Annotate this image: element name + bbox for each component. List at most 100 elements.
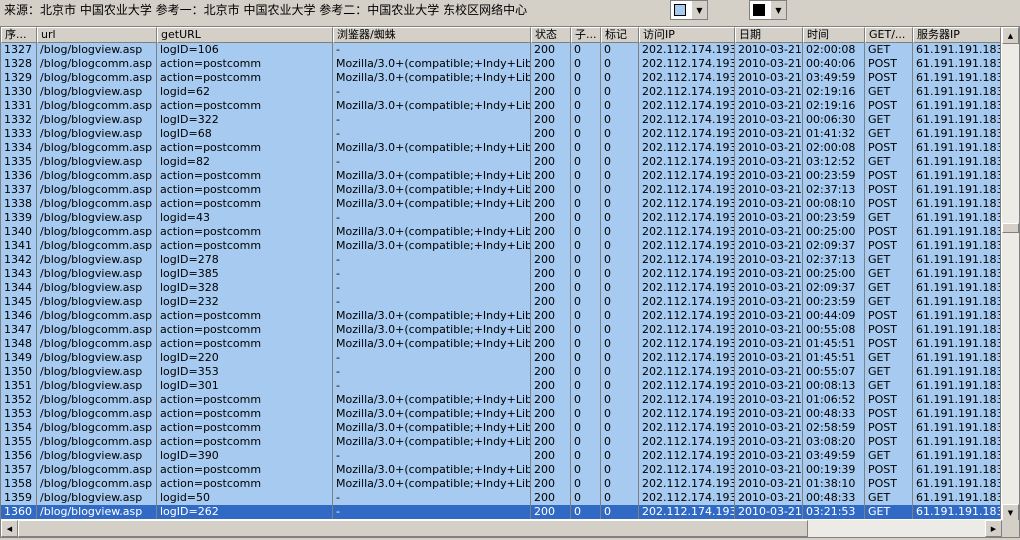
table-row[interactable]: 1330/blog/blogview.asp logid=62-200 0 0 202.…	[1, 85, 1001, 99]
col-flag-cell: 0	[601, 337, 639, 351]
scroll-down-icon[interactable]: ▼	[1002, 504, 1019, 521]
table-row[interactable]: 1341/blog/blogcomm.asp action=postcomm Moz…	[1, 239, 1001, 253]
table-row[interactable]: 1353/blog/blogcomm.asp action=postcomm Moz…	[1, 407, 1001, 421]
col-method-cell: GET	[865, 253, 913, 267]
table-row[interactable]: 1349/blog/blogview.asp logID=220-200 0 0 202…	[1, 351, 1001, 365]
header-col-sub[interactable]: 子...	[571, 27, 601, 43]
table-row[interactable]: 1344/blog/blogview.asp logID=328-200 0 0 202…	[1, 281, 1001, 295]
table-row[interactable]: 1351/blog/blogview.asp logID=301-200 0 0 202…	[1, 379, 1001, 393]
col-visit-ip-cell: 202.112.174.193	[639, 281, 735, 295]
col-geturl-cell: action=postcomm	[157, 57, 333, 71]
scroll-right-icon[interactable]: ▶	[985, 520, 1002, 537]
table-row[interactable]: 1331/blog/blogcomm.asp action=postcomm Moz…	[1, 99, 1001, 113]
col-date-cell: 2010-03-21	[735, 505, 803, 519]
col-visit-ip-cell: 202.112.174.193	[639, 463, 735, 477]
table-row[interactable]: 1354/blog/blogcomm.asp action=postcomm Moz…	[1, 421, 1001, 435]
header-col-time[interactable]: 时间	[803, 27, 865, 43]
header-col-geturl[interactable]: getURL	[157, 27, 333, 43]
horizontal-scroll-thumb[interactable]	[18, 520, 808, 537]
col-server-ip-cell: 61.191.191.183	[913, 477, 1001, 491]
col-index-cell: 1355	[1, 435, 37, 449]
table-row[interactable]: 1347/blog/blogcomm.asp action=postcomm Moz…	[1, 323, 1001, 337]
col-flag-cell: 0	[601, 393, 639, 407]
col-server-ip-cell: 61.191.191.183	[913, 239, 1001, 253]
table-row[interactable]: 1356/blog/blogview.asp logID=390-200 0 0 202…	[1, 449, 1001, 463]
table-row[interactable]: 1358/blog/blogcomm.asp action=postcomm Moz…	[1, 477, 1001, 491]
col-status-cell: 200	[531, 505, 571, 519]
text-color-picker[interactable]: ▼	[749, 0, 787, 20]
col-date-cell: 2010-03-21	[735, 393, 803, 407]
col-visit-ip-cell: 202.112.174.193	[639, 379, 735, 393]
col-method-cell: POST	[865, 99, 913, 113]
col-geturl-cell: action=postcomm	[157, 99, 333, 113]
col-server-ip-cell: 61.191.191.183	[913, 127, 1001, 141]
table-row[interactable]: 1338/blog/blogcomm.asp action=postcomm Moz…	[1, 197, 1001, 211]
col-date-cell: 2010-03-21	[735, 155, 803, 169]
col-date-cell: 2010-03-21	[735, 379, 803, 393]
col-index-cell: 1340	[1, 225, 37, 239]
header-col-visit-ip[interactable]: 访问IP	[639, 27, 735, 43]
col-index-cell: 1331	[1, 99, 37, 113]
table-row[interactable]: 1336/blog/blogcomm.asp action=postcomm Moz…	[1, 169, 1001, 183]
col-method-cell: GET	[865, 127, 913, 141]
header-col-status[interactable]: 状态	[531, 27, 571, 43]
chevron-down-icon[interactable]: ▼	[691, 1, 707, 19]
table-row[interactable]: 1334/blog/blogcomm.asp action=postcomm Moz…	[1, 141, 1001, 155]
header-col-server-ip[interactable]: 服务器IP	[913, 27, 1001, 43]
header-col-index[interactable]: 序...	[1, 27, 37, 43]
col-sub-cell: 0	[571, 253, 601, 267]
col-server-ip-cell: 61.191.191.183	[913, 351, 1001, 365]
table-row[interactable]: 1327/blog/blogview.asp logID=106-200 0 0 202…	[1, 43, 1001, 57]
table-row[interactable]: 1346/blog/blogcomm.asp action=postcomm Moz…	[1, 309, 1001, 323]
scroll-left-icon[interactable]: ◀	[1, 520, 18, 537]
header-col-flag[interactable]: 标记	[601, 27, 639, 43]
col-sub-cell: 0	[571, 337, 601, 351]
table-row[interactable]: 1335/blog/blogview.asp logid=82-200 0 0 202.…	[1, 155, 1001, 169]
table-row[interactable]: 1345/blog/blogview.asp logID=232-200 0 0 202…	[1, 295, 1001, 309]
log-table[interactable]: 序... url getURL 浏鉴器/蜘蛛 状态 子... 标记 访问IP 日期 时间 GET/.…	[0, 26, 1020, 538]
table-row[interactable]: 1339/blog/blogview.asp logid=43-200 0 0 202.…	[1, 211, 1001, 225]
col-browser-cell: -	[333, 267, 531, 281]
horizontal-scrollbar[interactable]: ◀ ▶	[1, 520, 1002, 537]
chevron-down-icon[interactable]: ▼	[770, 1, 786, 19]
col-sub-cell: 0	[571, 141, 601, 155]
header-col-browser[interactable]: 浏鉴器/蜘蛛	[333, 27, 531, 43]
table-row[interactable]: 1328/blog/blogcomm.asp action=postcomm Moz…	[1, 57, 1001, 71]
header-col-method[interactable]: GET/...	[865, 27, 913, 43]
table-row[interactable]: 1350/blog/blogview.asp logID=353-200 0 0 202…	[1, 365, 1001, 379]
table-row[interactable]: 1359/blog/blogview.asp logid=50-200 0 0 202.…	[1, 491, 1001, 505]
col-index-cell: 1339	[1, 211, 37, 225]
col-date-cell: 2010-03-21	[735, 407, 803, 421]
col-server-ip-cell: 61.191.191.183	[913, 505, 1001, 519]
col-time-cell: 03:08:20	[803, 435, 865, 449]
col-method-cell: GET	[865, 113, 913, 127]
table-row[interactable]: 1337/blog/blogcomm.asp action=postcomm Moz…	[1, 183, 1001, 197]
col-flag-cell: 0	[601, 253, 639, 267]
table-row[interactable]: 1357/blog/blogcomm.asp action=postcomm Moz…	[1, 463, 1001, 477]
table-row[interactable]: 1348/blog/blogcomm.asp action=postcomm Moz…	[1, 337, 1001, 351]
col-date-cell: 2010-03-21	[735, 323, 803, 337]
col-browser-cell: -	[333, 365, 531, 379]
table-row[interactable]: 1355/blog/blogcomm.asp action=postcomm Moz…	[1, 435, 1001, 449]
table-row[interactable]: 1343/blog/blogview.asp logID=385-200 0 0 202…	[1, 267, 1001, 281]
col-date-cell: 2010-03-21	[735, 239, 803, 253]
col-server-ip-cell: 61.191.191.183	[913, 71, 1001, 85]
table-row[interactable]: 1340/blog/blogcomm.asp action=postcomm Moz…	[1, 225, 1001, 239]
vertical-scroll-thumb[interactable]	[1002, 223, 1019, 233]
table-row[interactable]: 1360/blog/blogview.asp logID=262-200 0 0 202…	[1, 505, 1001, 519]
table-row[interactable]: 1332/blog/blogview.asp logID=322-200 0 0 202…	[1, 113, 1001, 127]
scroll-up-icon[interactable]: ▲	[1002, 27, 1019, 44]
header-col-date[interactable]: 日期	[735, 27, 803, 43]
col-status-cell: 200	[531, 239, 571, 253]
col-status-cell: 200	[531, 407, 571, 421]
fill-color-picker[interactable]: ▼	[670, 0, 708, 20]
table-row[interactable]: 1352/blog/blogcomm.asp action=postcomm Moz…	[1, 393, 1001, 407]
col-index-cell: 1338	[1, 197, 37, 211]
header-col-url[interactable]: url	[37, 27, 157, 43]
col-server-ip-cell: 61.191.191.183	[913, 337, 1001, 351]
table-row[interactable]: 1342/blog/blogview.asp logID=278-200 0 0 202…	[1, 253, 1001, 267]
vertical-scrollbar[interactable]: ▲ ▼	[1002, 27, 1019, 521]
col-geturl-cell: logID=220	[157, 351, 333, 365]
table-row[interactable]: 1329/blog/blogcomm.asp action=postcomm Moz…	[1, 71, 1001, 85]
table-row[interactable]: 1333/blog/blogview.asp logID=68-200 0 0 202.…	[1, 127, 1001, 141]
